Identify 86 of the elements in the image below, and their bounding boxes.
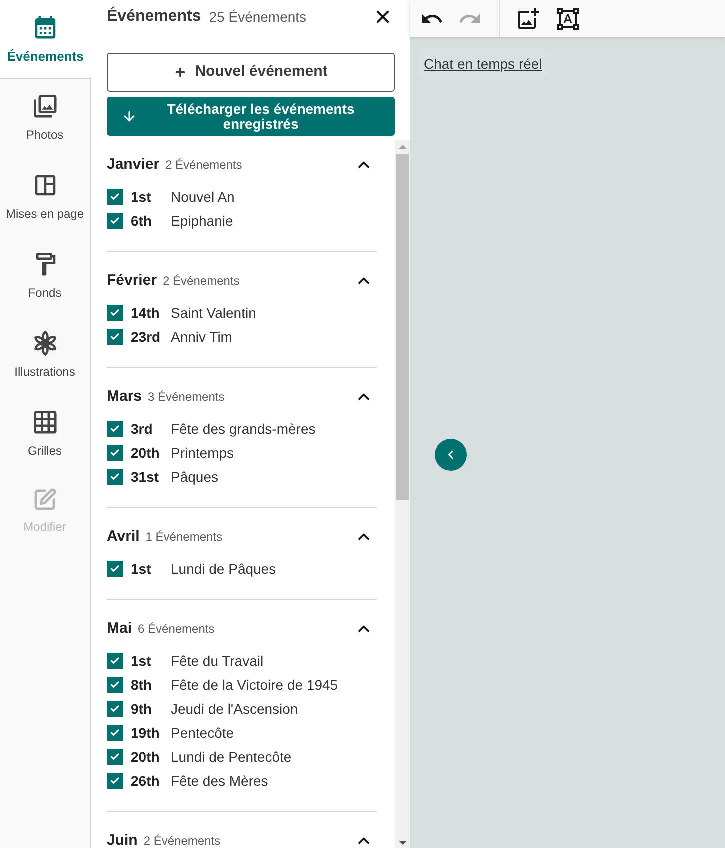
event-day: 6th: [131, 210, 171, 232]
event-day: 8th: [131, 674, 171, 696]
event-day: 1st: [131, 650, 171, 672]
event-day: 31st: [131, 466, 171, 488]
month-name: Janvier: [107, 154, 160, 175]
check-icon: [110, 424, 120, 434]
check-icon: [110, 704, 120, 714]
event-day: 23rd: [131, 326, 171, 348]
download-events-button[interactable]: Télécharger les événements enregistrés: [107, 97, 395, 136]
month-name: Avril: [107, 526, 140, 547]
event-day: 1st: [131, 558, 171, 580]
checkbox[interactable]: [107, 305, 123, 321]
event-title: Jeudi de l'Ascension: [171, 700, 298, 718]
panel-event-count: 25 Événements: [209, 8, 307, 26]
checkbox[interactable]: [107, 701, 123, 717]
month-event-count: 2 Événements: [163, 273, 240, 290]
event-title: Fête des grands-mères: [171, 420, 316, 439]
event-title: Anniv Tim: [171, 328, 232, 346]
check-icon: [110, 448, 120, 458]
arrow-down-icon: [122, 109, 137, 124]
plus-icon: [174, 66, 188, 79]
event-title: Lundi de Pâques: [171, 560, 276, 579]
month-name: Mai: [107, 618, 132, 639]
event-title: Fête de la Victoire de 1945: [171, 676, 338, 694]
checkbox[interactable]: [107, 653, 123, 669]
check-icon: [110, 752, 120, 762]
event-title: Pâques: [171, 468, 218, 487]
check-icon: [110, 776, 120, 786]
scrollbar-track[interactable]: [395, 140, 410, 848]
event-day: 14th: [131, 302, 171, 324]
checkbox[interactable]: [107, 213, 123, 229]
event-day: 19th: [131, 722, 171, 744]
flower-icon: [32, 330, 58, 357]
month-event-count: 2 Événements: [144, 833, 221, 848]
checkbox[interactable]: [107, 329, 123, 345]
nav-tab[interactable]: Événements: [0, 0, 91, 79]
checkbox[interactable]: [107, 773, 123, 789]
event-day: 20th: [131, 442, 171, 464]
event-day: 1st: [131, 186, 171, 208]
event-title: Nouvel An: [171, 188, 235, 206]
text-box-icon: [556, 6, 580, 30]
month-event-count: 3 Événements: [148, 389, 225, 406]
event-title: Printemps: [171, 444, 234, 463]
checkbox[interactable]: [107, 677, 123, 693]
month-event-count: 1 Événements: [146, 529, 223, 546]
check-icon: [110, 656, 120, 666]
event-day: 26th: [131, 770, 171, 792]
checkbox[interactable]: [107, 421, 123, 437]
check-icon: [110, 728, 120, 738]
event-title: Epiphanie: [171, 212, 234, 231]
check-icon: [110, 332, 120, 342]
new-event-button[interactable]: Nouvel événement: [107, 53, 395, 92]
edit-icon: [33, 488, 57, 512]
event-day: 3rd: [131, 418, 171, 440]
check-icon: [110, 680, 120, 690]
checkbox[interactable]: [107, 445, 123, 461]
month-name: Juin: [107, 830, 138, 848]
checkbox[interactable]: [107, 749, 123, 765]
scrollbar-thumb[interactable]: [396, 154, 409, 500]
event-title: Saint Valentin: [171, 304, 256, 322]
event-title: Lundi de Pentecôte: [171, 748, 292, 766]
add-image-icon: [516, 6, 540, 30]
checkbox[interactable]: [107, 189, 123, 205]
panel-title: Événements: [107, 6, 202, 27]
check-icon: [110, 216, 120, 226]
month-event-count: 2 Événements: [166, 157, 242, 174]
checkbox[interactable]: [107, 561, 123, 577]
month-event-count: 6 Événements: [138, 621, 215, 638]
event-title: Pentecôte: [171, 724, 234, 742]
collapse-panel-button[interactable]: [435, 439, 467, 471]
grid-icon: [32, 409, 58, 436]
scroll-down-icon[interactable]: [398, 841, 406, 845]
check-icon: [110, 192, 120, 202]
photos-icon: [32, 93, 58, 120]
check-icon: [110, 472, 120, 482]
month-name: Mars: [107, 386, 142, 407]
checkbox[interactable]: [107, 725, 123, 741]
event-title: Fête du Travail: [171, 652, 264, 670]
check-icon: [110, 564, 120, 574]
month-name: Février: [107, 270, 158, 291]
checkbox[interactable]: [107, 469, 123, 485]
event-title: Fête des Mères: [171, 772, 268, 790]
live-chat-link[interactable]: Chat en temps réel: [418, 48, 548, 80]
event-day: 20th: [131, 746, 171, 768]
check-icon: [110, 308, 120, 318]
event-day: 9th: [131, 698, 171, 720]
